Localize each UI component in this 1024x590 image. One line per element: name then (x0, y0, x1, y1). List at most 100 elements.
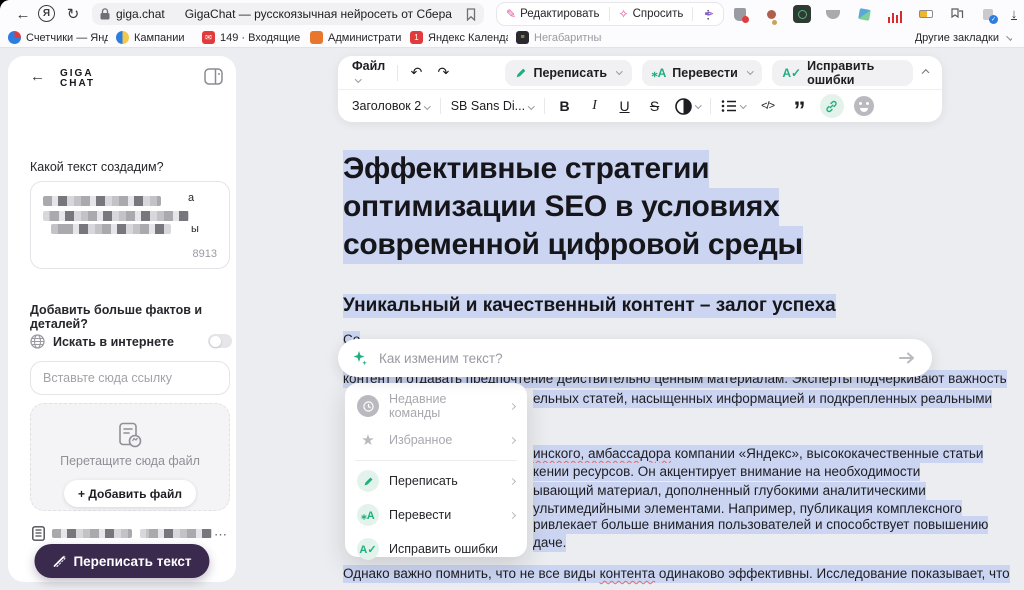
textarea-fragment: ы (191, 223, 199, 235)
text-color-button[interactable] (675, 98, 701, 115)
doc-text: элементами. Например, публикация комплек… (640, 501, 962, 516)
fix-errors-button[interactable]: A✓ Исправить ошибки (772, 60, 912, 86)
menu-item-label: Исправить ошибки (389, 542, 515, 556)
redacted-text (140, 529, 212, 538)
fix-errors-icon: A✓ (782, 66, 801, 80)
doc-paragraph-line[interactable]: кении ресурсов. Он акцентирует внимание … (533, 463, 920, 481)
redacted-text (43, 211, 189, 221)
doc-paragraph-line[interactable]: ельных статей, насыщенных информацией и … (533, 390, 992, 408)
doc-text: компании «Яндекс», высококачественные ст… (671, 446, 984, 461)
code-button[interactable]: </> (756, 100, 780, 112)
list-button[interactable] (721, 99, 746, 113)
doc-h1-line[interactable]: Эффективные стратегии (343, 150, 709, 188)
char-counter: 8913 (193, 248, 217, 260)
font-family-select[interactable]: SB Sans Di... (451, 99, 534, 113)
redo-button[interactable]: ↷ (435, 64, 452, 81)
heading-style-select[interactable]: Заголовок 2 (352, 99, 430, 113)
emoji-button[interactable] (854, 96, 874, 116)
chevron-right-icon (509, 402, 516, 409)
menu-item-fix-errors[interactable]: A✓ Исправить ошибки (345, 532, 527, 566)
translate-button[interactable]: ⁎AПеревести (642, 60, 763, 86)
file-dropzone[interactable]: Перетащите сюда файл + Добавить файл (30, 403, 230, 511)
cta-label: Переписать текст (73, 554, 191, 569)
doc-paragraph-line[interactable]: инского, амбассадора компании «Яндекс», … (533, 445, 983, 463)
redacted-text (52, 529, 132, 538)
file-menu-label: Файл (352, 59, 385, 73)
collapse-toolbar-button[interactable] (921, 69, 929, 77)
file-more-button[interactable]: ⋯ (214, 527, 228, 543)
send-button[interactable] (892, 343, 922, 373)
prompt-input[interactable] (377, 350, 883, 367)
menu-item-recent[interactable]: Недавние команды (345, 389, 527, 423)
doc-h1-line[interactable]: современной цифровой среды (343, 226, 803, 264)
chevron-down-icon (695, 102, 701, 108)
chevron-down-icon (424, 103, 430, 109)
color-circle-icon (675, 98, 692, 115)
heading-style-value: Заголовок 2 (352, 99, 421, 113)
logo-line: CHAT (60, 79, 95, 89)
divider (397, 65, 398, 81)
magic-pen-icon (52, 554, 66, 568)
prompt-bar (338, 339, 932, 377)
web-search-toggle[interactable] (208, 334, 232, 348)
chevron-right-icon (509, 436, 516, 443)
menu-item-rewrite[interactable]: Переписать (345, 464, 527, 498)
sidebar-panel: ← GIGACHAT Какой текст создадим? а ы 891… (8, 56, 236, 582)
doc-paragraph-line[interactable]: Однако важно помнить, что не все виды ко… (343, 565, 1010, 583)
link-button[interactable] (820, 94, 844, 118)
web-search-label: Искать в интернете (53, 335, 174, 349)
menu-item-label: Недавние команды (389, 392, 500, 420)
underline-button[interactable]: U (615, 98, 635, 114)
fix-errors-icon: A✓ (357, 538, 379, 560)
link-icon (825, 100, 838, 113)
chevron-down-icon (616, 68, 622, 74)
clock-icon (357, 395, 379, 417)
menu-divider (355, 460, 517, 461)
link-input[interactable] (30, 361, 230, 395)
document-icon (32, 526, 45, 541)
textarea-fragment: а (188, 192, 194, 204)
send-arrow-icon (899, 351, 915, 365)
strikethrough-button[interactable]: S (645, 98, 665, 114)
doc-paragraph-line[interactable]: даче. (533, 534, 566, 552)
file-menu-button[interactable]: Файл (352, 59, 387, 87)
menu-item-label: Избранное (389, 433, 500, 447)
add-file-button[interactable]: + Добавить файл (64, 480, 196, 507)
globe-icon (30, 334, 45, 349)
misspelled-text: инского, амбассадора (533, 446, 671, 461)
chevron-down-icon (528, 103, 534, 109)
file-icon (117, 422, 143, 450)
question-label: Какой текст создадим? (30, 160, 164, 174)
attached-file-row[interactable]: ⋯ (32, 526, 228, 542)
rewrite-button[interactable]: Переписать (505, 60, 631, 86)
menu-item-translate[interactable]: ⁎A Перевести (345, 498, 527, 532)
facts-label: Добавить больше фактов и деталей? (30, 303, 236, 331)
redacted-text (51, 224, 171, 234)
divider (544, 98, 545, 114)
rewrite-text-cta-button[interactable]: Переписать текст (34, 544, 209, 578)
doc-h2[interactable]: Уникальный и качественный контент – зало… (343, 294, 836, 318)
undo-button[interactable]: ↶ (408, 64, 425, 81)
chevron-down-icon (355, 76, 361, 82)
fix-errors-label: Исправить ошибки (807, 59, 903, 87)
rewrite-label: Переписать (533, 66, 607, 80)
italic-button[interactable]: I (585, 98, 605, 114)
menu-item-label: Перевести (389, 508, 500, 522)
prompt-textarea[interactable]: а ы 8913 (30, 181, 230, 269)
collapse-panel-icon[interactable] (204, 68, 223, 85)
sidebar-back-button[interactable]: ← (30, 68, 45, 85)
web-search-row: Искать в интернете (30, 334, 174, 349)
doc-paragraph-line[interactable]: ывающий материал, дополненный глубокими … (533, 482, 926, 500)
menu-item-favorites[interactable]: ★ Избранное (345, 423, 527, 457)
chevron-right-icon (509, 477, 516, 484)
redacted-text (43, 196, 161, 206)
translate-icon: ⁎A (652, 66, 667, 80)
doc-paragraph-line[interactable]: ривлекает больше внимания пользователей … (533, 516, 988, 534)
quote-button[interactable]: ” (790, 98, 810, 115)
bold-button[interactable]: B (555, 98, 575, 114)
browser-window: ← Я ↻ giga.chat GigaChat — русскоязычная… (0, 0, 1024, 590)
doc-text: Однако важно помнить, что не все виды (343, 566, 600, 581)
doc-h1-line[interactable]: оптимизации SEO в условиях (343, 188, 779, 226)
pen-icon (515, 67, 527, 79)
gigachat-logo: GIGACHAT (60, 69, 95, 89)
